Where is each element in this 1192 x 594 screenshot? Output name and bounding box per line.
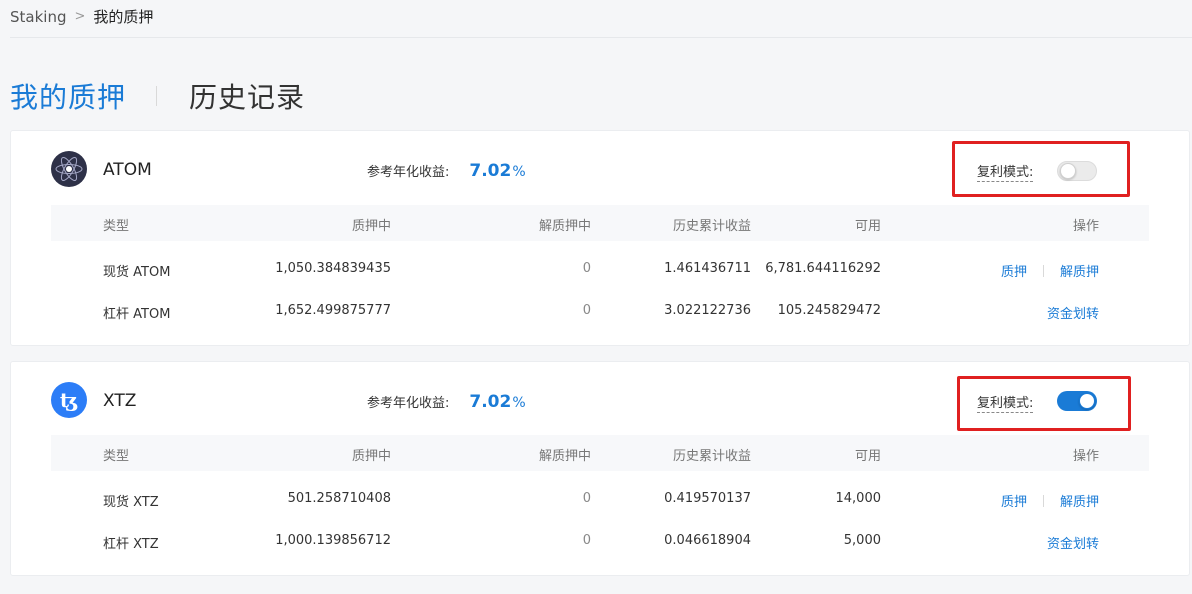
row-actions: 质押 解质押 — [1001, 261, 1099, 280]
action-divider — [1042, 494, 1044, 507]
coin-name: ATOM — [103, 160, 152, 180]
compound-mode-label: 复利模式: — [977, 161, 1034, 182]
header-available: 可用 — [854, 219, 881, 234]
breadcrumb-root-link[interactable]: Staking — [10, 8, 66, 26]
transfer-link[interactable]: 资金划转 — [1047, 303, 1099, 322]
action-divider — [1042, 264, 1044, 277]
compound-mode-toggle[interactable] — [1057, 391, 1097, 411]
cell-staking: 1,652.499875777 — [275, 303, 391, 318]
stake-link[interactable]: 质押 — [1001, 261, 1027, 280]
header-unstaking: 解质押中 — [538, 219, 591, 234]
apy-display: 参考年化收益: 7.02 % — [367, 392, 526, 412]
row-actions: 资金划转 — [1047, 533, 1099, 552]
table-header: 类型 质押中 解质押中 历史累计收益 可用 操作 — [51, 435, 1149, 471]
tab-bar: 我的质押 历史记录 — [10, 76, 305, 116]
unstake-link[interactable]: 解质押 — [1060, 491, 1099, 510]
tab-history[interactable]: 历史记录 — [189, 76, 305, 116]
cell-available: 105.245829472 — [777, 303, 881, 318]
cell-type: 杠杆 XTZ — [103, 537, 159, 552]
cell-earnings: 0.419570137 — [664, 491, 751, 506]
breadcrumb-separator: > — [74, 9, 86, 24]
cell-staking: 1,050.384839435 — [275, 261, 391, 276]
header-available: 可用 — [854, 449, 881, 464]
apy-value: 7.02 — [469, 161, 512, 181]
cell-unstaking: 0 — [582, 261, 591, 276]
tab-divider — [156, 86, 158, 106]
cell-type: 杠杆 ATOM — [103, 307, 171, 322]
header-unstaking: 解质押中 — [538, 449, 591, 464]
cell-available: 6,781.644116292 — [765, 261, 881, 276]
apy-unit: % — [512, 395, 526, 411]
header-earnings: 历史累计收益 — [672, 449, 751, 464]
cosmos-atom-icon — [51, 151, 87, 187]
toggle-knob — [1060, 163, 1076, 179]
header-type: 类型 — [103, 449, 130, 464]
table-row: 杠杆 ATOM 1,652.499875777 0 3.022122736 10… — [51, 303, 1149, 323]
toggle-knob — [1079, 393, 1095, 409]
compound-mode-toggle[interactable] — [1057, 161, 1097, 181]
tezos-xtz-icon: ꜩ — [51, 382, 87, 418]
staking-card-atom: ATOM 参考年化收益: 7.02 % 复利模式: 类型 质押中 解质押中 历史… — [10, 130, 1190, 346]
cell-staking: 501.258710408 — [287, 491, 391, 506]
apy-value: 7.02 — [469, 392, 512, 412]
cell-type: 现货 ATOM — [103, 265, 171, 280]
table-row: 现货 ATOM 1,050.384839435 0 1.461436711 6,… — [51, 261, 1149, 281]
breadcrumb: Staking > 我的质押 — [10, 6, 153, 27]
header-ops: 操作 — [1072, 449, 1099, 464]
cell-unstaking: 0 — [582, 491, 591, 506]
cell-type: 现货 XTZ — [103, 495, 159, 510]
apy-label: 参考年化收益: — [367, 396, 450, 411]
row-actions: 资金划转 — [1047, 303, 1099, 322]
apy-unit: % — [512, 164, 526, 180]
cell-available: 14,000 — [835, 491, 882, 506]
cell-unstaking: 0 — [582, 533, 591, 548]
cell-staking: 1,000.139856712 — [275, 533, 391, 548]
cell-available: 5,000 — [843, 533, 881, 548]
cell-earnings: 1.461436711 — [664, 261, 751, 276]
header-earnings: 历史累计收益 — [672, 219, 751, 234]
cell-earnings: 3.022122736 — [664, 303, 751, 318]
cell-unstaking: 0 — [582, 303, 591, 318]
header-staking: 质押中 — [351, 449, 391, 464]
header-type: 类型 — [103, 219, 130, 234]
header-staking: 质押中 — [351, 219, 391, 234]
svg-text:ꜩ: ꜩ — [60, 388, 78, 412]
header-ops: 操作 — [1072, 219, 1099, 234]
table-row: 杠杆 XTZ 1,000.139856712 0 0.046618904 5,0… — [51, 533, 1149, 553]
transfer-link[interactable]: 资金划转 — [1047, 533, 1099, 552]
table-row: 现货 XTZ 501.258710408 0 0.419570137 14,00… — [51, 491, 1149, 511]
header-divider — [10, 37, 1192, 38]
stake-link[interactable]: 质押 — [1001, 491, 1027, 510]
staking-card-xtz: ꜩ XTZ 参考年化收益: 7.02 % 复利模式: 类型 质押中 解质押中 历… — [10, 361, 1190, 576]
tab-my-staking[interactable]: 我的质押 — [10, 76, 126, 116]
table-header: 类型 质押中 解质押中 历史累计收益 可用 操作 — [51, 205, 1149, 241]
row-actions: 质押 解质押 — [1001, 491, 1099, 510]
unstake-link[interactable]: 解质押 — [1060, 261, 1099, 280]
apy-display: 参考年化收益: 7.02 % — [367, 161, 526, 181]
breadcrumb-current: 我的质押 — [93, 8, 154, 26]
cell-earnings: 0.046618904 — [664, 533, 751, 548]
coin-name: XTZ — [103, 391, 137, 411]
apy-label: 参考年化收益: — [367, 165, 450, 180]
compound-mode-label: 复利模式: — [977, 392, 1034, 413]
